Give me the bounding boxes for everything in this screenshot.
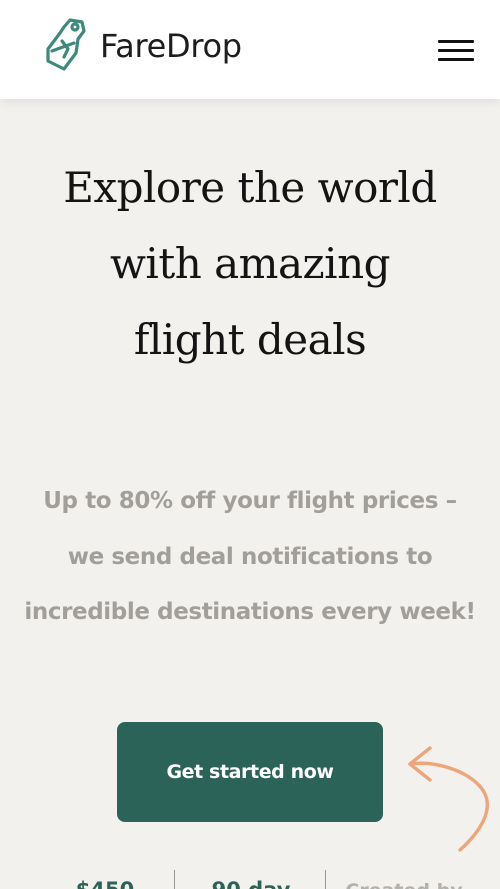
site-header: FareDrop (0, 0, 500, 99)
tag-airplane-icon (46, 18, 86, 71)
hamburger-menu-icon[interactable] (438, 38, 476, 62)
hero-title: Explore the world with amazing flight de… (63, 163, 437, 364)
stats-bar: $450 90 day Created by (24, 870, 476, 889)
hero-subtitle: Up to 80% off your flight prices – we se… (24, 488, 476, 625)
brand-logo[interactable]: FareDrop (42, 17, 242, 75)
stat-value: $450 (50, 875, 160, 889)
curved-arrow-icon (408, 746, 490, 852)
stat-value: 90 day (196, 875, 306, 889)
stat-divider (325, 870, 326, 889)
stat-divider (174, 870, 175, 889)
stat-value: Created by (334, 876, 474, 889)
brand-name: FareDrop (100, 27, 242, 65)
get-started-button[interactable]: Get started now (117, 722, 383, 822)
